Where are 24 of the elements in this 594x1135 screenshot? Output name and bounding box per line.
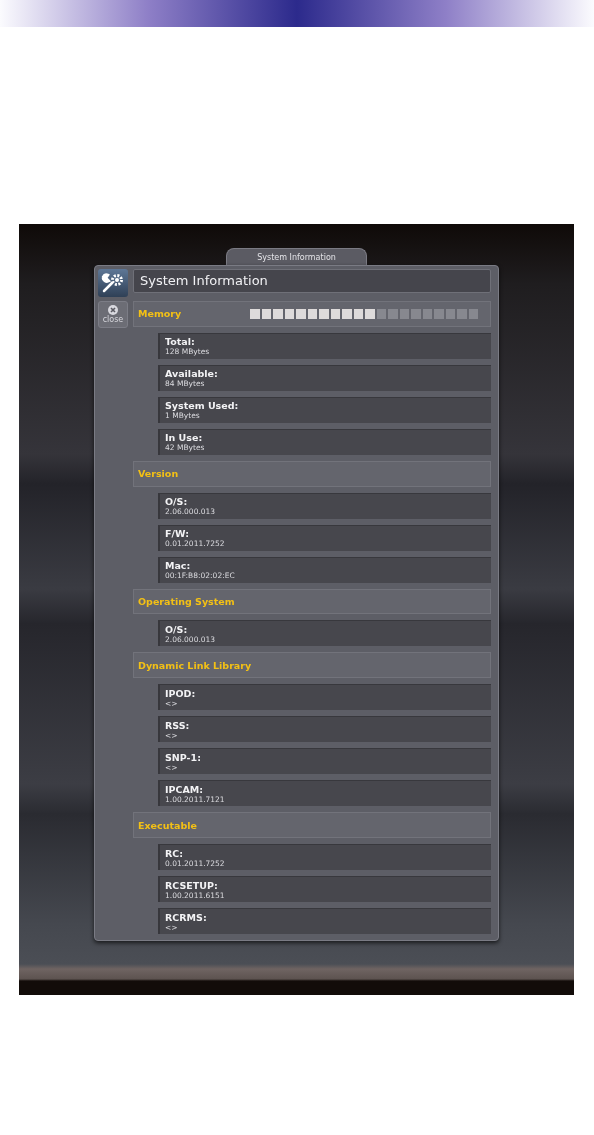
field-label: Total: bbox=[165, 336, 196, 348]
field-label: In Use: bbox=[165, 432, 204, 444]
field-label: RCRMS: bbox=[165, 911, 208, 923]
settings-icon bbox=[98, 269, 128, 297]
field-label: O/S: bbox=[165, 496, 189, 508]
field-label: Mac: bbox=[165, 560, 192, 572]
field-label: SNP-1: bbox=[165, 751, 202, 763]
field-label: IPOD: bbox=[165, 687, 197, 699]
section-title: Executable bbox=[138, 819, 197, 831]
section-title: Dynamic Link Library bbox=[138, 659, 252, 671]
field-label: RC: bbox=[165, 847, 185, 859]
section-title: Memory bbox=[138, 308, 182, 320]
field-label: O/S: bbox=[165, 623, 189, 635]
section-title: Operating System bbox=[138, 596, 235, 607]
field-label: IPCAM: bbox=[165, 783, 205, 795]
field-label: F/W: bbox=[165, 528, 190, 540]
close-icon bbox=[108, 305, 118, 315]
field-label: RCSETUP: bbox=[165, 879, 219, 891]
window-title: System Information bbox=[133, 269, 491, 293]
section-title: Version bbox=[138, 468, 179, 480]
field-label: Available: bbox=[165, 368, 219, 380]
close-button[interactable]: close bbox=[98, 301, 128, 328]
field-label: RSS: bbox=[165, 719, 191, 731]
field-label: System Used: bbox=[165, 400, 240, 412]
